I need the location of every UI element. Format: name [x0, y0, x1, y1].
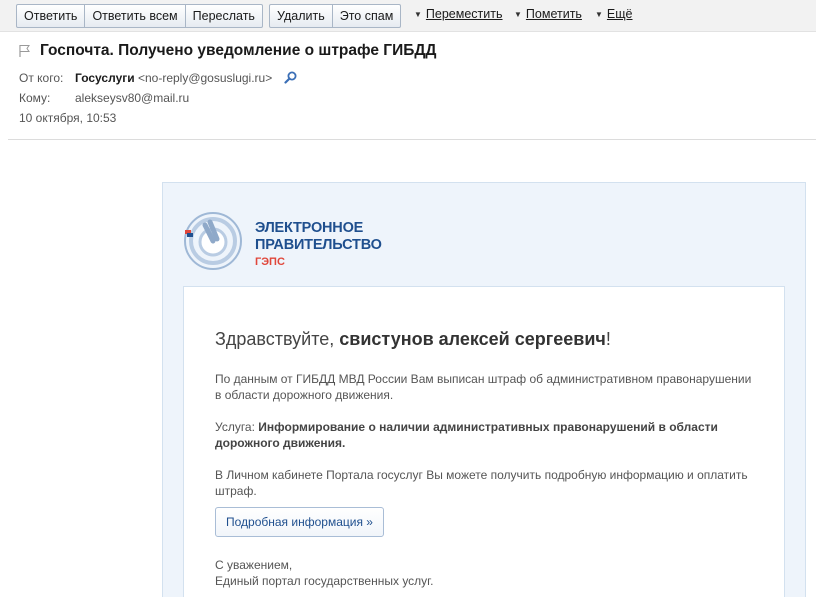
service-value: Информирование о наличии административны… [215, 420, 718, 450]
gov-emblem-icon [184, 212, 242, 270]
more-dropdown-label: Ещё [606, 7, 633, 21]
delete-button[interactable]: Удалить [270, 5, 333, 27]
from-label: От кого: [19, 71, 64, 85]
forward-button[interactable]: Переслать [186, 5, 262, 27]
recipient-email: alekseysv80@mail.ru [75, 91, 190, 105]
reply-button[interactable]: Ответить [17, 5, 86, 27]
mark-dropdown-label: Пометить [525, 7, 582, 21]
header-divider [8, 139, 816, 140]
message-subject: Госпочта. Получено уведомление о штрафе … [40, 42, 437, 59]
service-text: Услуга: Информирование о наличии админис… [215, 419, 755, 451]
email-card: Здравствуйте, свистунов алексей сергееви… [183, 286, 785, 597]
reply-button-group: Ответить Ответить всем Переслать [16, 4, 263, 28]
greeting-prefix: Здравствуйте, [215, 329, 340, 349]
message-toolbar: Ответить Ответить всем Переслать Удалить… [0, 0, 816, 32]
reply-all-button[interactable]: Ответить всем [85, 5, 186, 27]
recipient-name: свистунов алексей сергеевич [339, 329, 606, 349]
signature-text: Единый портал государственных услуг. [215, 574, 434, 588]
message-date: 10 октября, 10:53 [19, 111, 117, 125]
chevron-down-icon: ▼ [414, 10, 422, 19]
search-icon[interactable] [283, 71, 297, 84]
chevron-down-icon: ▼ [514, 10, 522, 19]
delete-button-group: Удалить Это спам [269, 4, 402, 28]
email-body: ЭЛЕКТРОННОЕ ПРАВИТЕЛЬСТВО ГЭПС Здравству… [162, 182, 806, 597]
regards-text: С уважением, [215, 558, 293, 572]
greeting: Здравствуйте, свистунов алексей сергееви… [215, 329, 611, 350]
service-label: Услуга: [215, 420, 259, 434]
from-row: От кого: Госуслуги <no-reply@gosuslugi.ru… [19, 71, 297, 85]
greeting-suffix: ! [605, 329, 611, 349]
mark-dropdown[interactable]: ▼ Пометить [514, 7, 582, 21]
more-dropdown[interactable]: ▼ Ещё [595, 7, 633, 21]
account-info-text: В Личном кабинете Портала госуслуг Вы мо… [215, 468, 748, 498]
sender-name[interactable]: Госуслуги [75, 71, 135, 85]
flag-icon[interactable] [18, 44, 32, 58]
fine-notice-text: По данным от ГИБДД МВД России Вам выписа… [215, 372, 752, 402]
move-dropdown-label: Переместить [425, 7, 503, 21]
details-button[interactable]: Подробная информация » [215, 507, 384, 537]
logo-text-line3: ГЭПС [255, 256, 285, 268]
sender-email[interactable]: <no-reply@gosuslugi.ru> [138, 71, 272, 85]
chevron-down-icon: ▼ [595, 10, 603, 19]
to-row: Кому: alekseysv80@mail.ru [19, 91, 189, 105]
logo-text-line1: ЭЛЕКТРОННОЕ [255, 220, 364, 236]
message-subject-row: Госпочта. Получено уведомление о штрафе … [18, 42, 436, 60]
logo-text-line2: ПРАВИТЕЛЬСТВО [255, 237, 382, 253]
to-label: Кому: [19, 91, 51, 105]
spam-button[interactable]: Это спам [333, 5, 401, 27]
gov-logo: ЭЛЕКТРОННОЕ ПРАВИТЕЛЬСТВО ГЭПС [183, 211, 382, 271]
move-dropdown[interactable]: ▼ Переместить [414, 7, 503, 21]
